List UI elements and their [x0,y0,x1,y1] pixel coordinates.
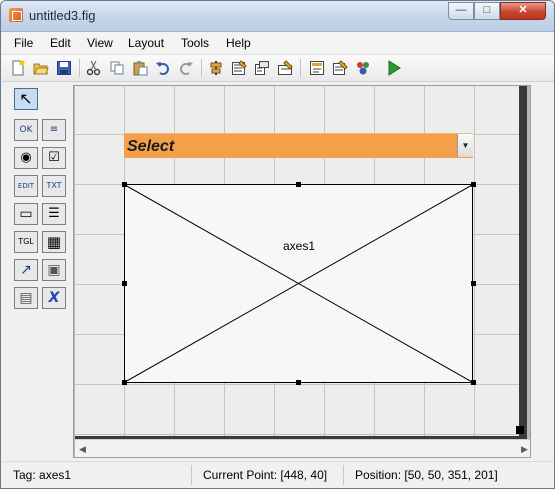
app-icon [9,8,23,22]
push-button-tool[interactable]: OK [14,119,38,141]
edit-text-icon: EDIT [17,182,35,190]
status-current-point: Current Point: [448, 40] [192,465,344,485]
status-bar: Tag: axes1 Current Point: [448, 40] Posi… [2,461,554,488]
static-text-tool[interactable]: TXT [42,175,66,197]
minimize-button[interactable]: — [448,2,474,20]
pop-up-menu-icon: ▭ [19,206,33,222]
editor-icon[interactable] [309,60,325,76]
activex-icon: X [48,290,60,306]
toggle-button-icon: TGL [18,237,34,246]
table-icon: ▦ [46,233,62,251]
tab-order-editor-icon[interactable] [254,60,270,76]
redo-icon[interactable] [178,60,194,76]
selection-handle[interactable] [122,380,127,385]
property-inspector-icon[interactable] [332,60,348,76]
maximize-button[interactable]: □ [474,2,500,20]
panel-icon: ▣ [47,262,61,278]
figure-right-edge [519,86,527,436]
horizontal-scrollbar[interactable]: ◀ ▶ [75,439,530,457]
edit-text-tool[interactable]: EDIT [14,175,38,197]
listbox-icon: ☰ [48,206,60,221]
component-palette: ↖ OK ≡ ◉ ☑ EDIT TXT ▭ ☰ TGL ▦ ↗ ▣ ▤ X [9,85,71,465]
run-figure-icon[interactable] [386,60,402,76]
scroll-left-icon[interactable]: ◀ [79,444,86,454]
toolbar-separator [201,59,202,77]
toolbar-separator [79,59,80,77]
push-button-icon: OK [19,125,33,135]
selection-handle[interactable] [122,281,127,286]
menu-file[interactable]: File [14,36,33,50]
align-objects-icon[interactable] [208,60,224,76]
chevron-down-icon[interactable]: ▼ [457,134,473,157]
save-icon[interactable] [56,60,72,76]
menu-editor-icon[interactable] [231,60,247,76]
static-text-icon: TXT [46,181,62,190]
copy-icon[interactable] [109,60,125,76]
table-tool[interactable]: ▦ [42,231,66,253]
popup-menu-label: Select [127,138,175,155]
vertical-scrollbar[interactable] [531,85,547,458]
axes-tool[interactable]: ↗ [14,259,38,281]
open-folder-icon[interactable] [33,60,49,76]
window-title: untitled3.fig [29,8,96,23]
button-group-icon: ▤ [19,290,33,306]
menu-layout[interactable]: Layout [128,36,164,50]
scroll-right-icon[interactable]: ▶ [521,444,528,454]
check-box-icon: ☑ [48,150,60,165]
popup-menu[interactable]: Select ▼ [124,133,473,158]
cut-icon[interactable] [86,60,102,76]
panel-tool[interactable]: ▣ [42,259,66,281]
axes-icon: ↗ [20,262,32,278]
button-group-tool[interactable]: ▤ [14,287,38,309]
slider-icon: ≡ [49,124,59,135]
listbox-tool[interactable]: ☰ [42,203,66,225]
selection-handle[interactable] [296,182,301,187]
menu-edit[interactable]: Edit [50,36,71,50]
selection-handle[interactable] [122,182,127,187]
new-file-icon[interactable] [10,60,26,76]
toggle-button-tool[interactable]: TGL [14,231,38,253]
pop-up-menu-tool[interactable]: ▭ [14,203,38,225]
menu-help[interactable]: Help [226,36,251,50]
object-browser-icon[interactable] [355,60,371,76]
radio-button-tool[interactable]: ◉ [14,147,38,169]
status-tag: Tag: axes1 [2,465,192,485]
axes[interactable]: axes1 [124,184,473,383]
menu-view[interactable]: View [87,36,113,50]
paste-icon[interactable] [132,60,148,76]
menu-tools[interactable]: Tools [181,36,209,50]
selection-handle[interactable] [296,380,301,385]
toolbar [2,55,554,82]
axes-tag-label: axes1 [283,239,316,253]
radio-button-icon: ◉ [20,150,32,165]
close-button[interactable]: ✕ [500,2,546,20]
guide-window: untitled3.fig — □ ✕ File Edit View Layou… [0,0,555,489]
toolbar-separator [300,59,301,77]
check-box-tool[interactable]: ☑ [42,147,66,169]
select-tool[interactable]: ↖ [14,88,38,110]
title-bar[interactable]: untitled3.fig — □ ✕ [1,1,554,32]
selection-handle[interactable] [471,182,476,187]
selection-handle[interactable] [471,281,476,286]
axes-placeholder-cross [125,185,472,382]
selection-handle[interactable] [471,380,476,385]
arrow-cursor-icon: ↖ [19,89,33,108]
undo-icon[interactable] [155,60,171,76]
status-position: Position: [50, 50, 351, 201] [355,468,498,482]
menu-bar: File Edit View Layout Tools Help [2,32,554,55]
toolbar-editor-icon[interactable] [277,60,293,76]
activex-control-tool[interactable]: X [42,287,66,309]
figure-resize-handle[interactable] [516,426,524,434]
slider-tool[interactable]: ≡ [42,119,66,141]
